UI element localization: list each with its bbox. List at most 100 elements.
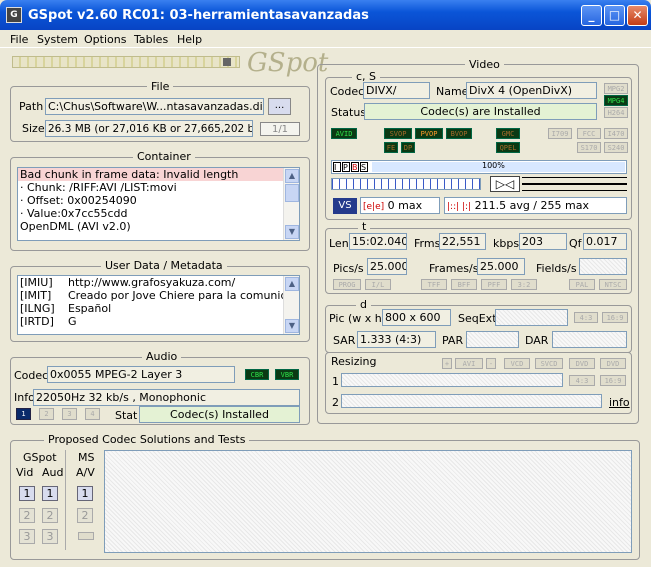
frms-label: Frms bbox=[414, 237, 441, 250]
audio-track-1[interactable]: 1 bbox=[16, 408, 31, 420]
pulldown-tag: 3:2 bbox=[511, 279, 537, 290]
resize-dvd-tag[interactable]: DVD bbox=[569, 358, 595, 369]
path-label: Path bbox=[19, 100, 44, 113]
metadata-scrollbar[interactable]: ▲ ▼ bbox=[283, 276, 299, 334]
page-indicator: 1/1 bbox=[260, 122, 300, 136]
resizing-label: Resizing bbox=[331, 355, 377, 368]
menu-help[interactable]: Help bbox=[177, 33, 202, 46]
ntsc-tag: NTSC bbox=[599, 279, 627, 290]
av-1-button[interactable]: 1 bbox=[77, 486, 93, 501]
container-line: · Offset: 0x00254090 bbox=[20, 194, 137, 207]
close-button[interactable]: ✕ bbox=[627, 5, 648, 26]
s170-tag: S170 bbox=[577, 142, 601, 153]
minimize-button[interactable]: _ bbox=[581, 5, 602, 26]
container-scrollbar[interactable]: ▲ ▼ bbox=[283, 168, 299, 240]
audio-stat-label: Stat bbox=[115, 409, 138, 422]
audio-track-2[interactable]: 2 bbox=[39, 408, 54, 420]
size-label: Size bbox=[22, 122, 45, 135]
scroll-thumb[interactable] bbox=[285, 184, 299, 202]
video-codec-field: DIVX/ bbox=[363, 82, 430, 99]
metadata-row: [IRTD] G bbox=[20, 315, 77, 328]
size-field: 26.3 MB (or 27,016 KB or 27,665,202 byte… bbox=[45, 120, 253, 137]
menu-tables[interactable]: Tables bbox=[134, 33, 168, 46]
svop-tag: SVOP bbox=[384, 128, 412, 139]
resize-169-tag[interactable]: 16:9 bbox=[600, 375, 626, 386]
browse-button[interactable]: ... bbox=[268, 98, 291, 115]
metadata-row: [ILNG] Español bbox=[20, 302, 112, 315]
h264-tag: H264 bbox=[604, 107, 628, 118]
resize-svcd-tag[interactable]: SVCD bbox=[535, 358, 563, 369]
resize-43-tag[interactable]: 4:3 bbox=[569, 375, 595, 386]
metadata-group-label: User Data / Metadata bbox=[101, 259, 227, 272]
app-icon: G bbox=[6, 7, 22, 23]
resize-row-2-label: 2 bbox=[332, 396, 339, 409]
audio-codec-field: 0x0055 MPEG-2 Layer 3 bbox=[47, 366, 235, 383]
path-field[interactable]: C:\Chus\Software\W...ntasavanzadas.divx bbox=[45, 98, 264, 115]
seqext-label: SeqExt bbox=[458, 312, 497, 325]
aud-label: Aud bbox=[42, 466, 64, 479]
container-group-label: Container bbox=[133, 150, 195, 163]
aud-2-button[interactable]: 2 bbox=[42, 508, 58, 523]
frame-ticks bbox=[331, 178, 481, 190]
scroll-down-icon[interactable]: ▼ bbox=[285, 319, 299, 333]
title-bar[interactable]: G GSpot v2.60 RC01: 03-herramientasavanz… bbox=[0, 0, 651, 30]
audio-info-label: Info bbox=[14, 391, 35, 404]
container-line: OpenDML (AVI v2.0) bbox=[20, 220, 131, 233]
video-status-field: Codec(s) are Installed bbox=[364, 103, 597, 120]
resize-avi-tag[interactable]: AVI bbox=[455, 358, 483, 369]
maximize-button[interactable]: □ bbox=[604, 5, 625, 26]
audio-track-4[interactable]: 4 bbox=[85, 408, 100, 420]
resize-plus-tag[interactable]: + bbox=[442, 358, 452, 369]
par-label: PAR bbox=[442, 334, 464, 347]
resize-minus-tag[interactable]: - bbox=[486, 358, 496, 369]
menu-system[interactable]: System bbox=[37, 33, 78, 46]
proposed-group-label: Proposed Codec Solutions and Tests bbox=[44, 433, 250, 446]
aud-1-button[interactable]: 1 bbox=[42, 486, 58, 501]
resize-row-1-label: 1 bbox=[332, 375, 339, 388]
solutions-list[interactable] bbox=[104, 450, 632, 553]
s-frame-tag: S bbox=[360, 162, 368, 172]
pic-field: 800 x 600 bbox=[382, 309, 451, 326]
scroll-up-icon[interactable]: ▲ bbox=[285, 169, 299, 183]
dp-tag: DP bbox=[401, 142, 415, 153]
resize-row-1-field bbox=[341, 373, 563, 387]
audio-info-field: 22050Hz 32 kb/s , Monophonic bbox=[33, 389, 300, 406]
scroll-up-icon[interactable]: ▲ bbox=[285, 277, 299, 291]
menu-bar: File System Options Tables Help bbox=[0, 30, 651, 48]
video-name-field: DivX 4 (OpenDivX) bbox=[466, 82, 597, 99]
vid-1-button[interactable]: 1 bbox=[19, 486, 35, 501]
frms-field: 22,551 bbox=[439, 233, 486, 250]
player-icon: ▷◁ bbox=[490, 176, 520, 192]
ar169-tag: 16:9 bbox=[602, 312, 628, 323]
resize-vcd-tag[interactable]: VCD bbox=[504, 358, 530, 369]
pff-tag: PFF bbox=[481, 279, 507, 290]
vid-2-button[interactable]: 2 bbox=[19, 508, 35, 523]
bitrate-lines bbox=[522, 177, 627, 191]
metadata-list[interactable]: [IMIU] http://www.grafosyakuza.com/ [IMIT… bbox=[17, 275, 300, 335]
fcc-tag: FCC bbox=[577, 128, 601, 139]
menu-options[interactable]: Options bbox=[84, 33, 126, 46]
av-2-button[interactable]: 2 bbox=[77, 508, 93, 523]
window-title: GSpot v2.60 RC01: 03-herramientasavanzad… bbox=[28, 8, 369, 23]
vid-3-button[interactable]: 3 bbox=[19, 529, 35, 544]
menu-file[interactable]: File bbox=[10, 33, 28, 46]
av-label: A/V bbox=[76, 466, 95, 479]
container-line: Bad chunk in frame data: Invalid length bbox=[18, 168, 299, 181]
scroll-down-icon[interactable]: ▼ bbox=[285, 225, 299, 239]
b-frame-tag: B bbox=[351, 162, 359, 172]
audio-codec-label: Codec bbox=[14, 369, 49, 382]
fields-field bbox=[579, 258, 627, 275]
container-line: · Chunk: /RIFF:AVI /LIST:movi bbox=[20, 181, 177, 194]
vs-icon: VS bbox=[333, 198, 357, 214]
kbps-field: 203 bbox=[519, 233, 567, 250]
zero-max-field: [e|e] 0 max bbox=[360, 197, 440, 214]
avg-max-field: |::| |:| 211.5 avg / 255 max bbox=[444, 197, 627, 214]
audio-track-3[interactable]: 3 bbox=[62, 408, 77, 420]
info-link[interactable]: info bbox=[609, 396, 630, 409]
container-list[interactable]: Bad chunk in frame data: Invalid length … bbox=[17, 167, 300, 241]
video-group-label: Video bbox=[465, 58, 504, 71]
resize-dvd2-tag[interactable]: DVD bbox=[600, 358, 626, 369]
pvop-tag: PVOP bbox=[415, 128, 443, 139]
len-field: 15:02.040 bbox=[349, 233, 407, 250]
aud-3-button[interactable]: 3 bbox=[42, 529, 58, 544]
